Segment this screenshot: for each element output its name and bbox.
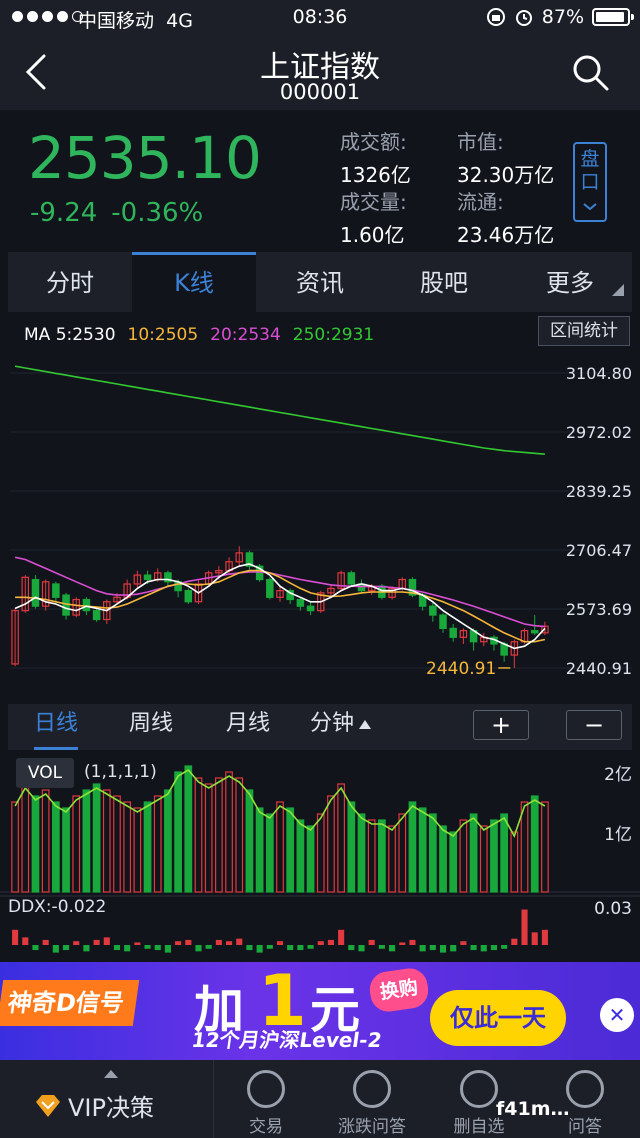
battery-percent: 87% bbox=[541, 6, 584, 28]
diamond-icon bbox=[36, 1094, 60, 1117]
float-stat: 流通: 23.46万亿 bbox=[457, 186, 554, 248]
turnover-label: 成交额: bbox=[340, 130, 407, 154]
period-monthly[interactable]: 月线 bbox=[226, 704, 270, 750]
order-book-button[interactable]: 盘口 bbox=[573, 142, 607, 222]
turnover-value: 1326亿 bbox=[340, 163, 411, 187]
ma20-legend: 20:2534 bbox=[210, 325, 281, 345]
mktcap-value: 32.30万亿 bbox=[457, 163, 555, 187]
vol-indicator-button[interactable]: VOL bbox=[16, 758, 74, 788]
tab-kline[interactable]: K线 bbox=[132, 252, 256, 312]
chevron-down-icon bbox=[583, 203, 597, 211]
tab-more[interactable]: 更多 bbox=[508, 252, 632, 312]
triangle-up-icon bbox=[359, 720, 372, 729]
nav-bar: 上证指数 000001 bbox=[0, 36, 640, 110]
turnover-stat: 成交额: 1326亿 bbox=[340, 126, 411, 188]
vol-params: (1,1,1,1) bbox=[84, 762, 157, 782]
quote-panel: 2535.10 -9.24 -0.36% 成交额: 1326亿 市值: 32.30… bbox=[0, 112, 640, 248]
float-label: 流通: bbox=[457, 190, 504, 214]
zoom-in-button[interactable]: + bbox=[473, 710, 529, 740]
battery-icon bbox=[592, 8, 634, 26]
stock-code: 000001 bbox=[279, 80, 361, 104]
trade-button[interactable]: 交易 bbox=[213, 1066, 319, 1137]
vip-label: VIP决策 bbox=[68, 1094, 154, 1122]
period-daily[interactable]: 日线 bbox=[34, 704, 79, 750]
tab-more-label: 更多 bbox=[546, 269, 594, 297]
tab-forum[interactable]: 股吧 bbox=[382, 252, 506, 312]
alarm-icon bbox=[515, 10, 532, 26]
corner-triangle-icon bbox=[612, 284, 624, 296]
order-book-label: 盘口 bbox=[580, 148, 600, 193]
status-bar: 中国移动 4G 08:36 87% bbox=[0, 0, 640, 36]
ma5-legend: MA 5:2530 bbox=[24, 325, 116, 345]
ma-legend: MA 5:2530 10:2505 20:2534 250:2931 bbox=[24, 325, 374, 345]
ma10-legend: 10:2505 bbox=[127, 325, 199, 345]
banner-only-today: 仅此一天 bbox=[430, 990, 566, 1046]
chat-bubble-icon bbox=[566, 1070, 604, 1108]
banner-tag: 神奇D信号 bbox=[0, 980, 140, 1026]
change-percent: -0.36% bbox=[111, 198, 204, 228]
tab-intraday[interactable]: 分时 bbox=[8, 252, 132, 312]
search-icon[interactable] bbox=[570, 52, 610, 92]
banner-swap-badge: 换购 bbox=[367, 966, 431, 1014]
qa-label: 涨跌问答 bbox=[338, 1117, 406, 1137]
tab-news[interactable]: 资讯 bbox=[258, 252, 382, 312]
minus-circle-icon bbox=[460, 1070, 498, 1108]
mktcap-stat: 市值: 32.30万亿 bbox=[457, 126, 554, 188]
watermark: f41m… bbox=[496, 1098, 570, 1120]
chat-question-icon bbox=[353, 1070, 391, 1108]
range-stats-button[interactable]: 区间统计 bbox=[538, 316, 630, 346]
rotation-lock-icon bbox=[486, 8, 505, 26]
vip-button[interactable]: VIP决策 bbox=[34, 1070, 154, 1123]
float-value: 23.46万亿 bbox=[457, 223, 555, 247]
trade-icon bbox=[247, 1070, 285, 1108]
zoom-out-button[interactable]: − bbox=[566, 710, 622, 740]
tab-bar: 分时 K线 资讯 股吧 更多 bbox=[8, 252, 632, 312]
banner-close-button[interactable]: ✕ bbox=[600, 998, 634, 1032]
mktcap-label: 市值: bbox=[457, 130, 504, 154]
promo-banner[interactable]: 神奇D信号 加 1 元 换购 12个月沪深Level-2 仅此一天 ✕ bbox=[0, 962, 640, 1060]
kline-chart-area[interactable] bbox=[8, 312, 632, 704]
trade-label: 交易 bbox=[249, 1117, 283, 1137]
expand-up-icon bbox=[104, 1070, 118, 1078]
volume-label: 成交量: bbox=[340, 190, 407, 214]
period-bar: 日线 周线 月线 分钟 + − bbox=[8, 704, 632, 750]
current-price: 2535.10 bbox=[28, 124, 262, 192]
banner-subtitle: 12个月沪深Level-2 bbox=[190, 1028, 384, 1052]
period-weekly[interactable]: 周线 bbox=[129, 704, 173, 750]
ddx-label: DDX:-0.022 bbox=[8, 897, 107, 917]
change-value: -9.24 bbox=[30, 198, 98, 228]
period-minute-label: 分钟 bbox=[310, 711, 355, 736]
price-change: -9.24 -0.36% bbox=[30, 198, 217, 228]
volume-stat: 成交量: 1.60亿 bbox=[340, 186, 407, 248]
period-minute[interactable]: 分钟 bbox=[310, 704, 372, 750]
qa-button[interactable]: 涨跌问答 bbox=[319, 1066, 425, 1137]
volume-value: 1.60亿 bbox=[340, 223, 405, 247]
ma250-legend: 250:2931 bbox=[292, 325, 375, 345]
